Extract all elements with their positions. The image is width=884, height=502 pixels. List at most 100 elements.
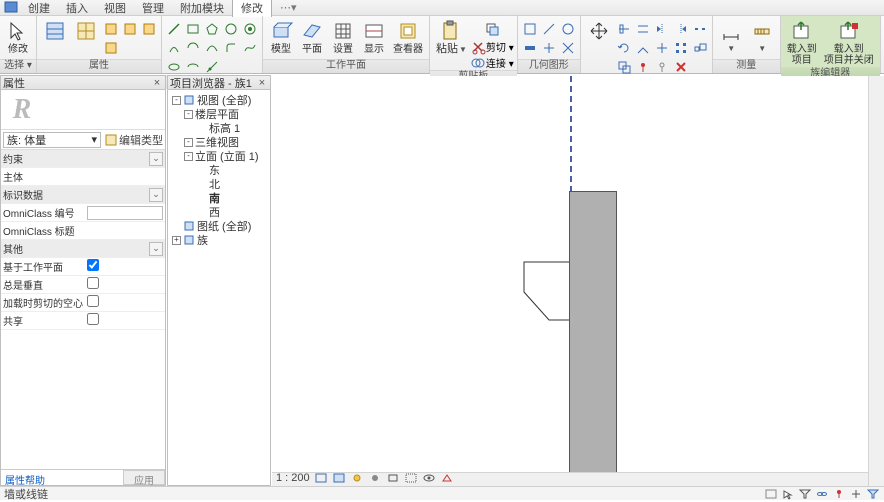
draw-inscribed-icon[interactable] — [241, 20, 259, 38]
geo-6-icon[interactable] — [559, 39, 577, 57]
menu-insert[interactable]: 插入 — [58, 0, 96, 17]
unpin-icon[interactable] — [653, 58, 671, 76]
status-select-icon[interactable] — [866, 488, 880, 500]
measure-1-button[interactable]: ▼ — [716, 18, 746, 54]
draw-poly-icon[interactable] — [203, 20, 221, 38]
measure-2-button[interactable]: ▼ — [747, 18, 777, 54]
properties-apply-button[interactable]: 应用 — [123, 470, 165, 485]
draw-arc-center-icon[interactable] — [184, 39, 202, 57]
menu-addins[interactable]: 附加模块 — [172, 0, 232, 17]
tree-toggle[interactable] — [172, 222, 181, 231]
shadows-icon[interactable] — [368, 472, 382, 484]
mirror-pick-icon[interactable] — [672, 20, 690, 38]
tree-node[interactable]: 东 — [170, 163, 268, 177]
crop-region-icon[interactable] — [404, 472, 418, 484]
draw-partial-ellipse-icon[interactable] — [184, 58, 202, 76]
type-properties-button[interactable] — [71, 18, 101, 44]
status-wf-icon[interactable] — [764, 488, 778, 500]
join-dropdown-button[interactable]: 连接 ▾ — [471, 55, 514, 70]
paste-button[interactable]: 粘贴▼ — [433, 18, 470, 56]
tree-node[interactable]: 南 — [170, 191, 268, 205]
small-prop-1[interactable] — [102, 20, 120, 38]
project-browser-header[interactable]: 项目浏览器 - 族1 × — [168, 76, 270, 90]
geo-2-icon[interactable] — [540, 20, 558, 38]
tree-node[interactable]: +族 — [170, 233, 268, 247]
properties-close-icon[interactable]: × — [151, 77, 163, 89]
family-selector[interactable]: 族: 体量▾ — [3, 132, 101, 148]
tree-toggle[interactable]: - — [184, 138, 193, 147]
menu-manage[interactable]: 管理 — [134, 0, 172, 17]
array-icon[interactable] — [672, 39, 690, 57]
menu-modify[interactable]: 修改 — [232, 0, 272, 17]
detail-level-icon[interactable] — [314, 472, 328, 484]
section-expand-1[interactable]: ⌄ — [149, 188, 163, 202]
status-filter-icon[interactable] — [798, 488, 812, 500]
tree-toggle[interactable]: - — [184, 110, 193, 119]
tree-node[interactable]: 标高 1 — [170, 121, 268, 135]
prop-vertical-check[interactable] — [87, 277, 99, 289]
tree-node[interactable]: 北 — [170, 177, 268, 191]
geo-5-icon[interactable] — [540, 39, 558, 57]
set-button[interactable]: 设置 — [328, 18, 358, 56]
tree-node[interactable]: -立面 (立面 1) — [170, 149, 268, 163]
section-other[interactable]: 其他 ⌄ — [1, 240, 165, 258]
align-icon[interactable] — [615, 20, 633, 38]
small-prop-2[interactable] — [121, 20, 139, 38]
tree-node[interactable]: -视图 (全部) — [170, 93, 268, 107]
plane-button[interactable]: 平面 — [297, 18, 327, 56]
right-scrollbar[interactable] — [868, 76, 884, 486]
geo-4-icon[interactable] — [521, 39, 539, 57]
qat-dropdown[interactable]: ⋯▾ — [280, 1, 297, 14]
draw-pick-line-icon[interactable] — [203, 58, 221, 76]
copy-small-icon[interactable] — [471, 20, 514, 38]
pin-icon[interactable] — [634, 58, 652, 76]
status-link-icon[interactable] — [815, 488, 829, 500]
draw-fillet-icon[interactable] — [222, 39, 240, 57]
draw-rect-icon[interactable] — [184, 20, 202, 38]
rotate-icon[interactable] — [615, 39, 633, 57]
load-close-button[interactable]: 载入到 项目并关闭 — [821, 18, 877, 67]
section-constraints[interactable]: 约束 ⌄ — [1, 150, 165, 168]
status-sel-icon[interactable] — [781, 488, 795, 500]
tree-toggle[interactable]: - — [184, 152, 193, 161]
move-button[interactable] — [584, 18, 614, 44]
prop-share-check[interactable] — [87, 313, 99, 325]
section-identity[interactable]: 标识数据 ⌄ — [1, 186, 165, 204]
small-prop-3[interactable] — [140, 20, 158, 38]
properties-help-link[interactable]: 属性帮助 — [1, 470, 49, 485]
view-scale-button[interactable]: 1 : 200 — [276, 472, 310, 484]
draw-line-icon[interactable] — [165, 20, 183, 38]
project-browser-tree[interactable]: -视图 (全部)-楼层平面标高 1-三维视图-立面 (立面 1)东北南西图纸 (… — [168, 90, 270, 485]
properties-button[interactable] — [40, 18, 70, 44]
geo-3-icon[interactable] — [559, 20, 577, 38]
menu-create[interactable]: 创建 — [20, 0, 58, 17]
tree-node[interactable]: 图纸 (全部) — [170, 219, 268, 233]
draw-arc-start-icon[interactable] — [165, 39, 183, 57]
tree-toggle[interactable]: + — [172, 236, 181, 245]
section-expand-0[interactable]: ⌄ — [149, 152, 163, 166]
viewer-button[interactable]: 查看器 — [390, 18, 426, 56]
hide-isolate-icon[interactable] — [422, 472, 436, 484]
small-prop-4[interactable] — [102, 39, 120, 57]
trim-single-icon[interactable] — [653, 39, 671, 57]
tree-node[interactable]: 西 — [170, 205, 268, 219]
split-icon[interactable] — [691, 20, 709, 38]
prop-workplane-check[interactable] — [87, 259, 99, 271]
show-button[interactable]: 显示 — [359, 18, 389, 56]
visual-style-icon[interactable] — [332, 472, 346, 484]
tree-node[interactable]: -三维视图 — [170, 135, 268, 149]
mirror-axis-icon[interactable] — [653, 20, 671, 38]
edit-type-button[interactable]: 编辑类型 — [105, 132, 163, 148]
extrusion-element[interactable] — [569, 191, 617, 491]
section-expand-2[interactable]: ⌄ — [149, 242, 163, 256]
tree-node[interactable]: -楼层平面 — [170, 107, 268, 121]
tree-toggle[interactable]: - — [172, 96, 181, 105]
draw-arc-tan-icon[interactable] — [203, 39, 221, 57]
load-project-button[interactable]: 载入到 项目 — [784, 18, 820, 67]
profile-sketch[interactable] — [514, 262, 570, 322]
modify-tool-button[interactable]: 修改 — [3, 18, 33, 56]
geo-1-icon[interactable] — [521, 20, 539, 38]
properties-panel-header[interactable]: 属性 × — [1, 76, 165, 90]
project-browser-close-icon[interactable]: × — [256, 77, 268, 89]
reveal-hidden-icon[interactable] — [440, 472, 454, 484]
